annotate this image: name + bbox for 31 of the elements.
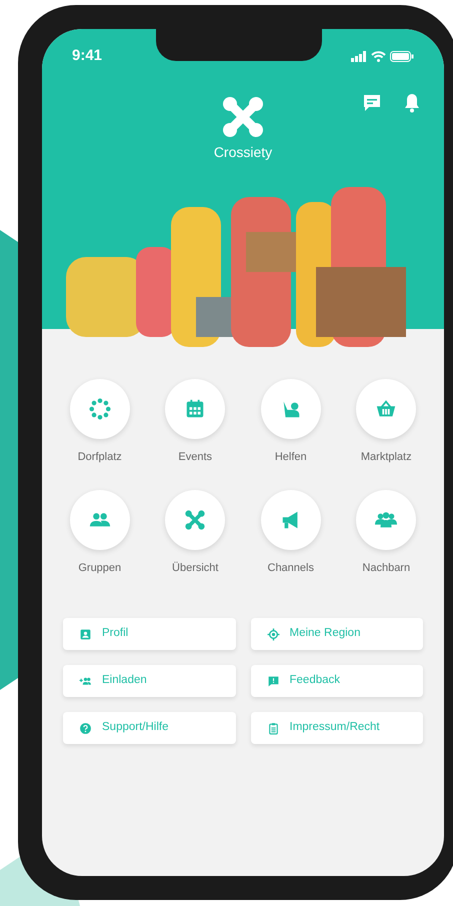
calendar-icon bbox=[184, 398, 206, 420]
location-target-icon bbox=[266, 628, 280, 640]
tile-label: Channels bbox=[268, 560, 314, 576]
message-icon[interactable] bbox=[362, 93, 382, 113]
menu-link-button[interactable]: Impressum/Recht bbox=[250, 712, 423, 744]
ring-of-dots-icon bbox=[88, 398, 111, 420]
menu-link-button[interactable]: Profil bbox=[63, 618, 236, 650]
feedback-bubble-icon bbox=[266, 674, 280, 688]
clipboard-icon bbox=[266, 722, 280, 734]
question-circle-icon bbox=[79, 722, 92, 734]
app-name: Crossiety bbox=[214, 142, 272, 162]
profile-card-icon bbox=[79, 628, 92, 640]
menu-link-button[interactable]: Support/Hilfe bbox=[63, 712, 236, 744]
menu-link-button[interactable]: Einladen bbox=[63, 665, 236, 697]
menu-link-button[interactable]: Feedback bbox=[250, 665, 423, 697]
tile-label: Events bbox=[178, 450, 212, 465]
battery-icon bbox=[390, 50, 414, 62]
tile-label: Helfen bbox=[274, 450, 307, 465]
tile-label: Nachbarn bbox=[362, 560, 410, 576]
logo-icon bbox=[222, 96, 264, 138]
tile-label: Übersicht bbox=[172, 560, 218, 576]
tile-label: Marktplatz bbox=[360, 450, 412, 465]
tile-label: Dorfplatz bbox=[78, 450, 122, 465]
add-people-icon bbox=[79, 674, 92, 688]
wifi-icon bbox=[371, 50, 386, 62]
tile-label: Gruppen bbox=[78, 560, 122, 576]
cross-nodes-icon bbox=[184, 508, 206, 530]
bell-icon[interactable] bbox=[404, 93, 420, 113]
signal-icon bbox=[351, 50, 367, 62]
menu-link-button[interactable]: Meine Region bbox=[250, 618, 423, 650]
status-time: 9:41 bbox=[72, 46, 102, 66]
